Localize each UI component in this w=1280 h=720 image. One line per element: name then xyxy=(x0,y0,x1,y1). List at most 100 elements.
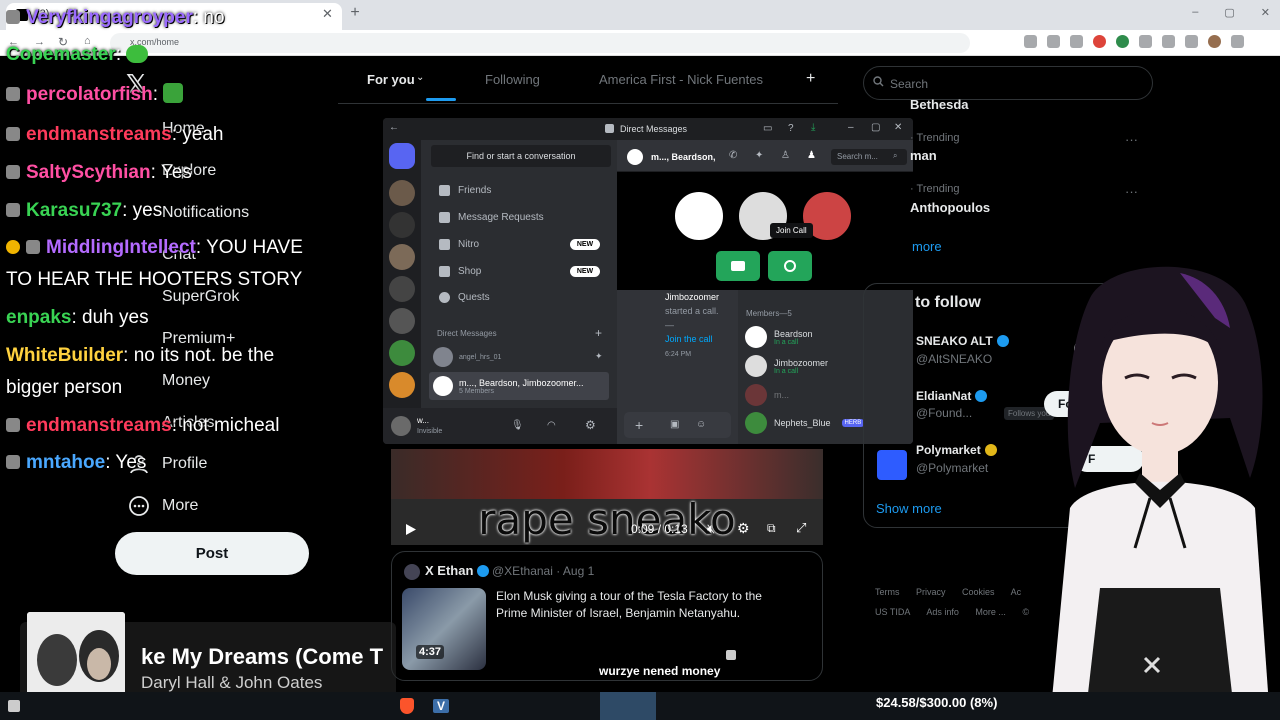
dm-group-item[interactable]: m..., Beardson, Jimbozoomer... 5 Members xyxy=(433,376,584,396)
brave-browser-icon[interactable] xyxy=(400,698,414,714)
tab-close-icon[interactable]: ✕ xyxy=(322,6,333,22)
maximize-icon[interactable]: ▢ xyxy=(871,122,880,133)
more-options-icon[interactable]: ··· xyxy=(1125,132,1138,147)
minimize-icon[interactable]: – xyxy=(848,122,854,133)
member-item[interactable]: m... xyxy=(745,384,789,406)
create-dm-button[interactable]: + xyxy=(595,326,602,340)
account-name[interactable]: SNEAKO ALT xyxy=(916,334,1009,348)
pip-icon[interactable]: ⧉ xyxy=(767,521,776,536)
pin-icon[interactable]: ✦ xyxy=(595,351,603,362)
dm-menu-quests[interactable]: Quests xyxy=(439,292,490,303)
gift-icon[interactable]: ▣ xyxy=(670,419,679,430)
member-item[interactable]: Jimbozoomer In a call xyxy=(745,355,828,377)
server-icon[interactable] xyxy=(389,308,415,334)
settings-gear-icon[interactable]: ⚙ xyxy=(585,418,596,432)
taskbar-active-app[interactable] xyxy=(600,692,656,720)
dm-menu-message-requests[interactable]: Message Requests xyxy=(439,212,544,223)
vscode-icon[interactable]: V xyxy=(433,699,449,713)
tab-for-you[interactable]: For you xyxy=(367,72,415,87)
help-icon[interactable]: ? xyxy=(788,123,794,134)
extension-green-icon[interactable] xyxy=(1116,35,1129,48)
join-video-button[interactable] xyxy=(716,251,760,281)
download-icon[interactable]: ⤓ xyxy=(811,122,815,133)
footer-link[interactable]: Cookies xyxy=(962,587,995,597)
inbox-icon[interactable]: ▭ xyxy=(763,123,772,134)
extensions-puzzle-icon[interactable] xyxy=(1162,35,1175,48)
extension-icon[interactable] xyxy=(1139,35,1152,48)
user-avatar[interactable] xyxy=(391,416,411,436)
server-icon[interactable] xyxy=(389,372,415,398)
settings-gear-icon[interactable]: ⚙ xyxy=(737,520,750,537)
profile-avatar-icon[interactable] xyxy=(1208,35,1221,48)
extension-red-icon[interactable] xyxy=(1093,35,1106,48)
find-conversation-input[interactable]: Find or start a conversation xyxy=(431,145,611,167)
nav-more[interactable]: More xyxy=(128,495,198,517)
pin-icon[interactable]: ✦ xyxy=(755,150,763,161)
author-avatar[interactable] xyxy=(404,564,420,580)
volume-muted-icon[interactable]: 🔇︎ xyxy=(707,521,715,537)
tab-following[interactable]: Following xyxy=(485,72,540,87)
footer-link[interactable]: More ... xyxy=(975,607,1006,617)
dm-menu-friends[interactable]: Friends xyxy=(439,185,491,196)
discord-home-icon[interactable] xyxy=(389,143,415,169)
member-item[interactable]: Beardson In a call xyxy=(745,326,813,348)
join-voice-button[interactable] xyxy=(768,251,812,281)
account-name[interactable]: EldianNat xyxy=(916,389,988,403)
footer-link[interactable]: Terms xyxy=(875,587,900,597)
member-item[interactable]: Nephets_Blue HERB xyxy=(745,412,865,434)
maximize-button[interactable]: ▢ xyxy=(1224,6,1234,19)
headphones-icon[interactable]: ◠ xyxy=(547,420,556,431)
video-player[interactable]: rape sneako 0:09 / 0:13 🔇︎ ⚙ ⧉ ⤢ xyxy=(391,449,823,545)
dm-item[interactable]: angel_hrs_01 xyxy=(433,347,501,367)
minimize-button[interactable]: – xyxy=(1192,6,1198,19)
bookmark-star-icon[interactable] xyxy=(1070,35,1083,48)
tweet-video-thumbnail[interactable] xyxy=(402,588,486,670)
members-icon[interactable]: ♟ xyxy=(807,150,816,161)
back-arrow-icon[interactable]: ← xyxy=(389,122,399,133)
trend-item[interactable]: Bethesda xyxy=(910,97,969,112)
tab-community[interactable]: America First - Nick Fuentes xyxy=(599,72,763,87)
play-icon[interactable] xyxy=(405,523,417,536)
close-window-button[interactable]: ✕ xyxy=(1261,6,1270,19)
tweet-author-name[interactable]: X Ethan xyxy=(425,563,490,578)
server-icon[interactable] xyxy=(389,340,415,366)
show-more-trends-link[interactable]: more xyxy=(912,239,942,254)
add-tab-button[interactable]: + xyxy=(806,70,815,88)
now-playing-artist: Daryl Hall & John Oates xyxy=(141,673,323,692)
menu-kebab-icon[interactable] xyxy=(1231,35,1244,48)
footer-link[interactable]: Ac xyxy=(1011,587,1022,597)
dm-menu-shop[interactable]: Shop xyxy=(439,266,481,277)
server-icon[interactable] xyxy=(389,276,415,302)
footer-link[interactable]: US TIDA xyxy=(875,607,910,617)
add-friends-icon[interactable]: ♙ xyxy=(781,150,790,161)
call-participant-avatar xyxy=(673,190,725,242)
fullscreen-icon[interactable]: ⤢ xyxy=(796,520,806,536)
call-icon[interactable]: ✆ xyxy=(729,150,737,161)
add-attachment-icon[interactable]: + xyxy=(635,417,643,433)
footer-link[interactable]: Ads info xyxy=(926,607,959,617)
server-icon[interactable] xyxy=(389,180,415,206)
zoom-icon[interactable] xyxy=(1024,35,1037,48)
dm-menu-nitro[interactable]: Nitro xyxy=(439,239,479,250)
call-system-message: Jimbozoomer started a call. — Join the c… xyxy=(665,292,720,358)
address-bar[interactable] xyxy=(110,33,970,53)
trend-item[interactable]: Anthopoulos xyxy=(910,200,990,215)
trend-item[interactable]: man xyxy=(910,148,937,163)
footer-link[interactable]: Privacy xyxy=(916,587,946,597)
mic-icon[interactable]: 🎙︎ xyxy=(511,420,524,431)
post-button[interactable]: Post xyxy=(115,532,309,575)
nav-money[interactable]: Money xyxy=(128,370,210,392)
close-icon[interactable]: ✕ xyxy=(894,122,902,133)
server-icon[interactable] xyxy=(389,244,415,270)
join-call-link[interactable]: Join the call xyxy=(665,334,713,344)
reading-list-icon[interactable] xyxy=(1185,35,1198,48)
polymarket-logo-icon[interactable] xyxy=(877,450,907,480)
start-icon[interactable] xyxy=(8,700,20,712)
install-icon[interactable] xyxy=(1047,35,1060,48)
account-name[interactable]: Polymarket xyxy=(916,443,997,457)
show-more-accounts-link[interactable]: Show more xyxy=(876,501,942,516)
more-options-icon[interactable]: ··· xyxy=(1125,184,1138,199)
server-icon[interactable] xyxy=(389,212,415,238)
emoji-icon[interactable]: ☺ xyxy=(696,419,706,430)
new-tab-button[interactable]: + xyxy=(346,5,364,23)
